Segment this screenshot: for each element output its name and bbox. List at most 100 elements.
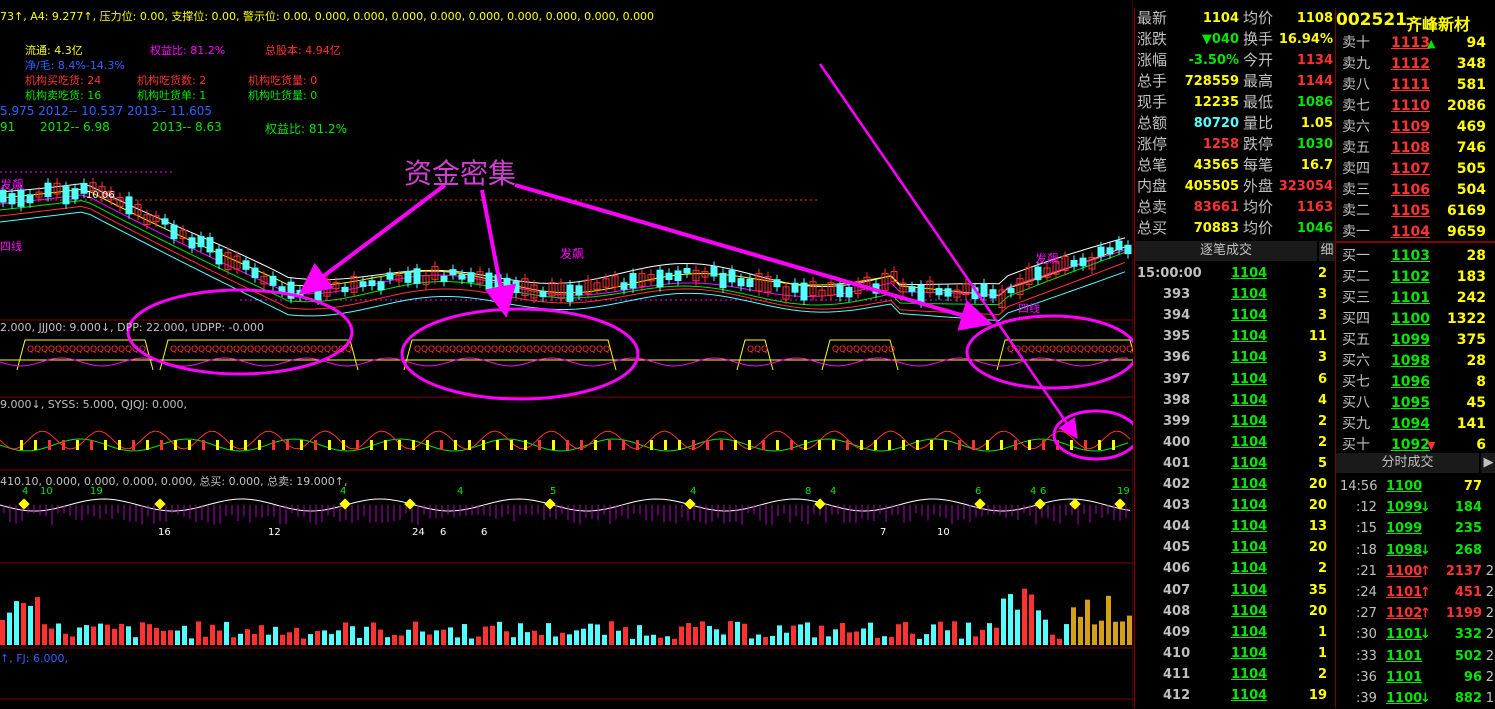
panel3-bar: [762, 440, 765, 450]
rt-row[interactable]: :30 1101 ↓ 332 2: [1336, 624, 1495, 645]
candle-body: [908, 286, 916, 292]
buy-level-row[interactable]: 买六 1098 28: [1336, 351, 1495, 372]
level-volume: 242: [1456, 290, 1486, 306]
rt-price: 1101: [1386, 585, 1423, 600]
sell-level-row[interactable]: 卖八 1111 581: [1336, 75, 1495, 96]
tick-time: 401: [1163, 455, 1191, 471]
tick-row[interactable]: 404 1104 13: [1135, 516, 1335, 537]
sell-level-row[interactable]: 卖二 1105 6169: [1336, 201, 1495, 222]
tick-row[interactable]: 409 1104 1: [1135, 622, 1335, 643]
quote-label: 总卖: [1137, 198, 1168, 216]
rt-row[interactable]: :39 1100 ↓ 882 1: [1336, 688, 1495, 709]
tick-row[interactable]: 412 1104 19: [1135, 685, 1335, 706]
panel2-mark: Q: [761, 345, 768, 355]
tick-row[interactable]: 393 1104 3: [1135, 284, 1335, 305]
quote-label: 涨停: [1137, 135, 1168, 153]
rt-row[interactable]: :21 1100 ↑ 2137 2: [1336, 561, 1495, 582]
level-volume: 28: [1466, 248, 1486, 264]
candle-body: [539, 291, 547, 298]
volume-bar: [1120, 621, 1125, 645]
tick-row[interactable]: 401 1104 5: [1135, 453, 1335, 474]
tick-row[interactable]: 396 1104 3: [1135, 347, 1335, 368]
tick-row[interactable]: 407 1104 35: [1135, 580, 1335, 601]
panel3-bar: [636, 440, 639, 450]
sell-level-row[interactable]: 卖一 1104 9659: [1336, 222, 1495, 243]
tick-volume: 2: [1317, 413, 1327, 429]
tick-row[interactable]: 398 1104 4: [1135, 390, 1335, 411]
buy-level-row[interactable]: 买二 1102 183: [1336, 267, 1495, 288]
rt-row[interactable]: :12 1099 ↓ 184: [1336, 497, 1495, 518]
tick-row[interactable]: 403 1104 20: [1135, 495, 1335, 516]
level-price: 1113: [1391, 35, 1430, 51]
tick-time: 408: [1163, 603, 1191, 619]
sell-level-row[interactable]: 卖三 1106 504: [1336, 180, 1495, 201]
tick-row[interactable]: 400 1104 2: [1135, 432, 1335, 453]
rt-row[interactable]: 14:56 1100 77: [1336, 476, 1495, 497]
quanyibi-text: 权益比: 81.2%: [150, 44, 226, 57]
sell-level-row[interactable]: 卖四 1107 505: [1336, 159, 1495, 180]
buy-level-row[interactable]: 买三 1101 242: [1336, 288, 1495, 309]
tick-row[interactable]: 405 1104 20: [1135, 537, 1335, 558]
volume-bar: [1015, 609, 1020, 645]
ticks-detail-button[interactable]: 细: [1319, 241, 1335, 261]
rt-expand-icon[interactable]: ▶: [1481, 453, 1495, 473]
rt-header[interactable]: 分时成交: [1336, 453, 1479, 473]
quote-row: 总手 728559 最高 1144: [1135, 71, 1335, 92]
buy-level-row[interactable]: 买五 1099 375: [1336, 330, 1495, 351]
tick-row[interactable]: 410 1104 1: [1135, 643, 1335, 664]
sell-level-row[interactable]: 卖七 1110 2086: [1336, 96, 1495, 117]
buy-level-row[interactable]: 买八 1095 45: [1336, 393, 1495, 414]
volume-bar: [91, 626, 96, 645]
rt-row[interactable]: :36 1101 96 2: [1336, 667, 1495, 688]
buy-level-row[interactable]: 买七 1096 8: [1336, 372, 1495, 393]
rt-row[interactable]: :24 1101 ↑ 451 2: [1336, 582, 1495, 603]
sell-level-row[interactable]: 卖九 1112 348: [1336, 54, 1495, 75]
candle-body: [359, 281, 367, 287]
sell-level-row[interactable]: 卖十 1113 ▲ 94: [1336, 33, 1495, 54]
ticks-header[interactable]: 逐笔成交: [1135, 241, 1317, 261]
kline-chart-area[interactable]: QQQQQQQQQQQQQQQQQQQQQQQQQQQQQQQQQQQQQQQQ…: [0, 0, 1133, 708]
panel4-top-number: 10: [40, 486, 53, 497]
rt-arrow-icon: ↑: [1420, 606, 1431, 622]
volume-bar: [896, 624, 901, 645]
quote-value: 323054: [1278, 179, 1333, 194]
panel3-bar: [300, 440, 303, 450]
tick-row[interactable]: 402 1104 20: [1135, 474, 1335, 495]
rt-row[interactable]: :27 1102 ↑ 1199 2: [1336, 603, 1495, 624]
volume-bar: [504, 631, 509, 645]
level-label: 卖十: [1342, 35, 1370, 51]
tick-row[interactable]: 397 1104 6: [1135, 369, 1335, 390]
panel3-bar: [1112, 440, 1115, 450]
volume-bar: [413, 621, 418, 645]
candle-body: [665, 272, 673, 281]
rt-volume: 451: [1454, 585, 1482, 600]
volume-bar: [812, 637, 817, 645]
pe-line-a: 91: [0, 120, 16, 134]
tick-row[interactable]: 395 1104 11: [1135, 326, 1335, 347]
volume-bar: [805, 622, 810, 645]
sell-level-row[interactable]: 卖六 1109 469: [1336, 117, 1495, 138]
tick-row[interactable]: 408 1104 20: [1135, 601, 1335, 622]
tick-volume: 1: [1317, 624, 1327, 640]
rt-row[interactable]: :18 1098 ↓ 268: [1336, 540, 1495, 561]
rt-time: :33: [1356, 648, 1377, 664]
volume-bar: [63, 633, 68, 645]
buy-level-row[interactable]: 买一 1103 28: [1336, 246, 1495, 267]
tick-row[interactable]: 406 1104 2: [1135, 558, 1335, 579]
tick-row[interactable]: 411 1104 2: [1135, 664, 1335, 685]
rt-row[interactable]: :15 1099 235: [1336, 518, 1495, 539]
panel3-bar: [1014, 440, 1017, 450]
tick-row[interactable]: 15:00:00 1104 2: [1135, 263, 1335, 284]
volume-bar: [987, 623, 992, 645]
tick-row[interactable]: 394 1104 3: [1135, 305, 1335, 326]
candle-body: [1124, 244, 1132, 255]
volume-bar: [1036, 610, 1041, 645]
buy-level-row[interactable]: 买四 1100 1322: [1336, 309, 1495, 330]
buy-level-row[interactable]: 买九 1094 141: [1336, 414, 1495, 435]
candle-body: [566, 284, 574, 302]
volume-bar: [595, 624, 600, 645]
sell-level-row[interactable]: 卖五 1108 746: [1336, 138, 1495, 159]
rt-row[interactable]: :33 1101 502 2: [1336, 646, 1495, 667]
quote-row: 内盘 405505 外盘 323054: [1135, 176, 1335, 197]
tick-row[interactable]: 399 1104 2: [1135, 411, 1335, 432]
